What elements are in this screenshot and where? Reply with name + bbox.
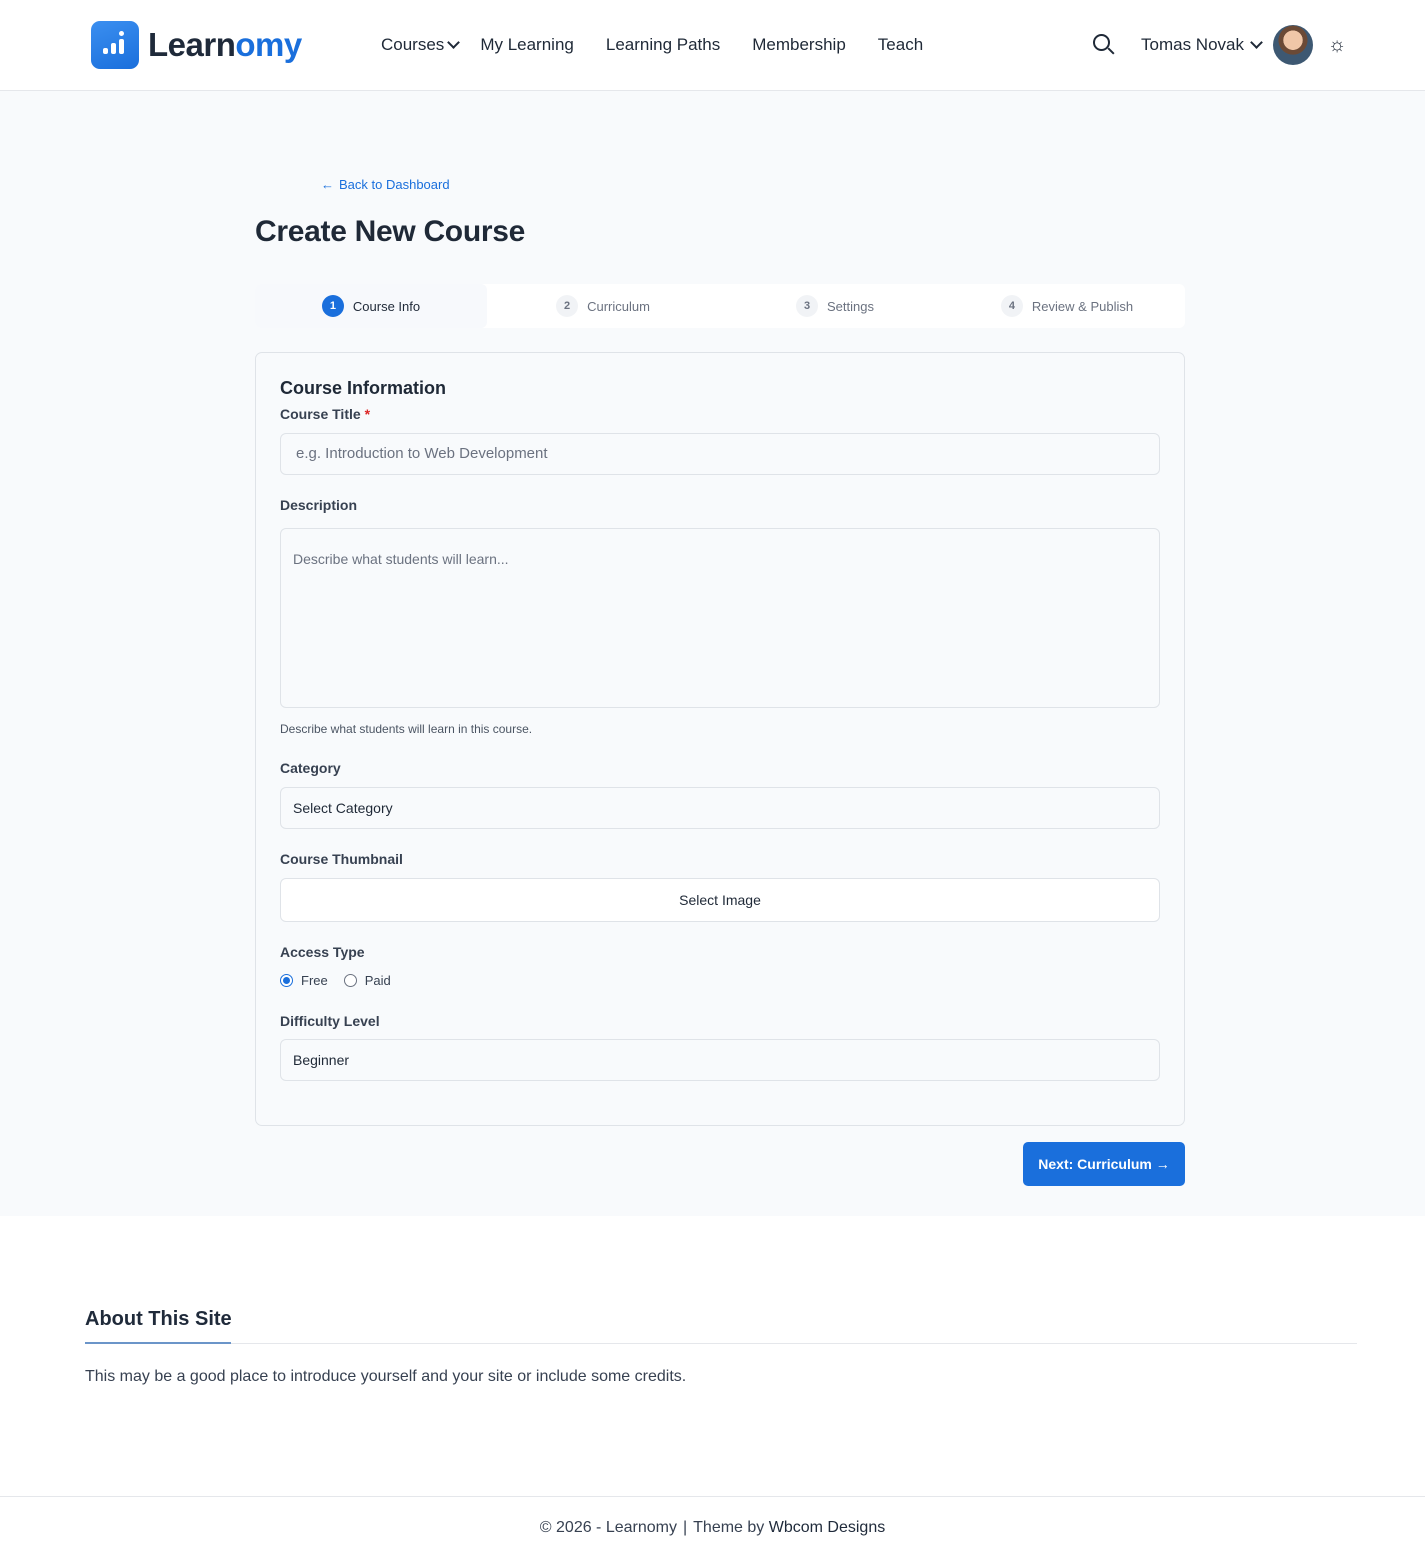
section-title: Course Information xyxy=(280,378,447,398)
about-divider xyxy=(85,1343,1357,1344)
back-link-label: Back to Dashboard xyxy=(339,177,450,192)
nav-item-my-learning[interactable]: My Learning xyxy=(480,34,574,56)
back-to-dashboard-link[interactable]: ← Back to Dashboard xyxy=(321,177,450,192)
category-label: Category xyxy=(280,760,341,776)
step-number: 3 xyxy=(796,295,818,317)
access-free-radio[interactable] xyxy=(280,974,293,987)
wizard-steps: 1 Course Info 2 Curriculum 3 Settings 4 … xyxy=(255,284,1185,328)
description-help-text: Describe what students will learn in thi… xyxy=(280,722,533,736)
thumbnail-label: Course Thumbnail xyxy=(280,851,403,867)
difficulty-select[interactable]: Beginner xyxy=(280,1039,1160,1081)
logo-text-learn: Learn xyxy=(148,26,236,63)
difficulty-selected-value: Beginner xyxy=(293,1052,350,1068)
about-title-underline xyxy=(85,1342,231,1344)
course-title-label: Course Title * xyxy=(280,406,371,422)
nav-item-learning-paths[interactable]: Learning Paths xyxy=(606,34,720,56)
step-number: 2 xyxy=(556,295,579,317)
nav-item-teach[interactable]: Teach xyxy=(878,34,923,56)
logo-wordmark: Learnomy xyxy=(148,21,302,69)
site-footer: © 2026 - Learnomy | Theme by Wbcom Desig… xyxy=(0,1496,1425,1558)
avatar[interactable] xyxy=(1273,25,1313,65)
search-icon[interactable] xyxy=(1093,34,1115,56)
description-label: Description xyxy=(280,497,358,513)
header-actions: Tomas Novak ☼ xyxy=(1093,25,1347,65)
course-title-input[interactable]: e.g. Introduction to Web Development xyxy=(280,433,1160,475)
nav-item-membership[interactable]: Membership xyxy=(752,34,846,56)
footer-theme-author-link[interactable]: Wbcom Designs xyxy=(769,1519,885,1537)
main-nav: Courses My Learning Learning Paths Membe… xyxy=(381,34,955,56)
site-logo[interactable]: Learnomy xyxy=(91,21,302,69)
about-title: About This Site xyxy=(85,1308,232,1330)
logo-text-omy: omy xyxy=(235,26,302,63)
step-label: Course Info xyxy=(352,298,421,314)
description-placeholder: Describe what students will learn... xyxy=(293,551,509,567)
site-header: Learnomy Courses My Learning Learning Pa… xyxy=(0,0,1425,91)
about-text: This may be a good place to introduce yo… xyxy=(85,1368,687,1385)
logo-bar-chart-icon xyxy=(91,21,139,69)
main-content: ← Back to Dashboard Create New Course 1 … xyxy=(0,91,1425,1216)
page-title: Create New Course xyxy=(255,215,525,248)
step-label: Review & Publish xyxy=(1031,298,1134,314)
arrow-left-icon: ← xyxy=(321,177,334,192)
description-textarea[interactable]: Describe what students will learn... xyxy=(280,528,1160,708)
chevron-down-icon xyxy=(447,36,461,49)
step-settings[interactable]: 3 Settings xyxy=(719,284,951,328)
step-number: 4 xyxy=(1000,295,1023,317)
access-paid-label[interactable]: Paid xyxy=(365,973,391,988)
step-label: Curriculum xyxy=(587,298,650,314)
select-image-button[interactable]: Select Image xyxy=(280,878,1160,922)
access-free-label[interactable]: Free xyxy=(301,973,328,988)
category-selected-value: Select Category xyxy=(293,800,393,816)
sun-icon[interactable]: ☼ xyxy=(1327,34,1347,56)
step-review-publish[interactable]: 4 Review & Publish xyxy=(951,284,1183,328)
next-curriculum-button[interactable]: Next: Curriculum → xyxy=(1023,1142,1185,1186)
access-type-radio-group: Free Paid xyxy=(280,973,407,988)
user-menu-chevron-down-icon[interactable] xyxy=(1250,36,1263,49)
step-number: 1 xyxy=(321,295,344,317)
course-title-placeholder: e.g. Introduction to Web Development xyxy=(296,445,548,462)
course-info-card: Course Information Course Title * e.g. In… xyxy=(255,352,1185,1126)
access-type-label: Access Type xyxy=(280,944,365,960)
category-select[interactable]: Select Category xyxy=(280,787,1160,829)
step-label: Settings xyxy=(827,298,874,314)
nav-item-courses[interactable]: Courses xyxy=(381,34,461,56)
footer-theme-by: Theme by xyxy=(693,1518,765,1536)
difficulty-label: Difficulty Level xyxy=(280,1013,380,1029)
required-marker: * xyxy=(364,406,371,422)
nav-courses-label: Courses xyxy=(381,35,445,54)
step-curriculum[interactable]: 2 Curriculum xyxy=(487,284,719,328)
footer-copyright: © 2026 - Learnomy xyxy=(539,1518,677,1536)
footer-separator: | xyxy=(682,1518,688,1536)
user-menu-name[interactable]: Tomas Novak xyxy=(1141,35,1244,55)
step-course-info[interactable]: 1 Course Info xyxy=(255,284,487,328)
access-paid-radio[interactable] xyxy=(343,974,357,987)
